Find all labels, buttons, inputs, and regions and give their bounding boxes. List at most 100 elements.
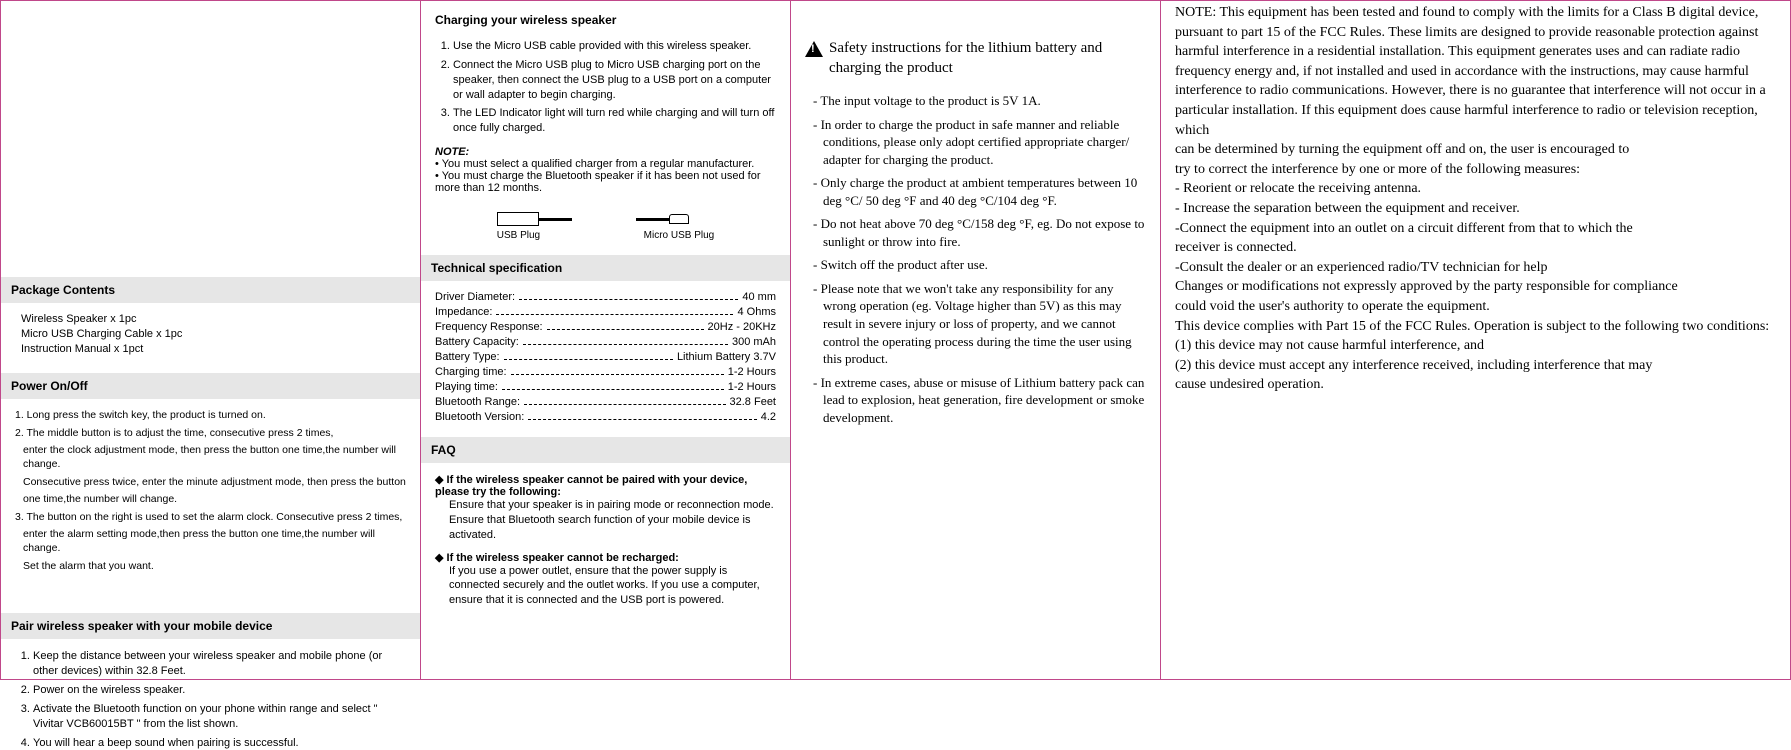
spec-val: Lithium Battery 3.7V — [677, 351, 776, 363]
note-item: You must charge the Bluetooth speaker if… — [435, 170, 776, 194]
package-item: Instruction Manual x 1pct — [21, 343, 406, 355]
spec-row: Driver Diameter: 40 mm — [435, 291, 776, 303]
spec-list: Driver Diameter: 40 mm Impedance: 4 Ohms F… — [435, 291, 776, 423]
safety-item: The input voltage to the product is 5V 1… — [823, 92, 1146, 110]
fcc-text: could void the user's authority to opera… — [1175, 297, 1776, 317]
spec-val: 4 Ohms — [737, 306, 776, 318]
faq-block: If the wireless speaker cannot be paired… — [435, 473, 776, 608]
spec-row: Impedance: 4 Ohms — [435, 306, 776, 318]
power-step: Set the alarm that you want. — [23, 560, 406, 574]
faq-question: If the wireless speaker cannot be rechar… — [435, 551, 776, 564]
note-header: NOTE: — [435, 146, 776, 158]
faq-header: FAQ — [421, 437, 790, 463]
power-step: 3. The button on the right is used to se… — [15, 511, 406, 525]
safety-item: In extreme cases, abuse or misuse of Lit… — [823, 374, 1146, 427]
warning-icon — [805, 41, 823, 57]
spec-val: 300 mAh — [732, 336, 776, 348]
spec-row: Bluetooth Range: 32.8 Feet — [435, 396, 776, 408]
power-step: 1. Long press the switch key, the produc… — [15, 409, 406, 423]
spec-row: Charging time: 1-2 Hours — [435, 366, 776, 378]
plug-diagram: USB Plug Micro USB Plug — [445, 212, 766, 241]
power-step: enter the clock adjustment mode, then pr… — [23, 444, 406, 471]
spec-key: Driver Diameter: — [435, 291, 515, 303]
spec-key: Impedance: — [435, 306, 492, 318]
charging-steps: Use the Micro USB cable provided with th… — [453, 39, 776, 136]
fcc-text: can be determined by turning the equipme… — [1175, 140, 1776, 160]
fcc-text: try to correct the interference by one o… — [1175, 160, 1776, 180]
fcc-text: - Reorient or relocate the receiving ant… — [1175, 179, 1776, 199]
pair-step: Keep the distance between your wireless … — [33, 649, 406, 679]
spec-val: 1-2 Hours — [728, 366, 776, 378]
spec-val: 40 mm — [742, 291, 776, 303]
spec-row: Playing time: 1-2 Hours — [435, 381, 776, 393]
safety-title: Safety instructions for the lithium batt… — [829, 39, 1146, 78]
note-items: You must select a qualified charger from… — [435, 158, 776, 194]
note-item: You must select a qualified charger from… — [435, 158, 776, 170]
micro-usb-label: Micro USB Plug — [644, 230, 715, 241]
usb-plug-label: USB Plug — [497, 230, 540, 241]
spec-val: 20Hz - 20KHz — [708, 321, 776, 333]
package-item: Micro USB Charging Cable x 1pc — [21, 328, 406, 340]
fcc-text: (1) this device may not cause harmful in… — [1175, 336, 1776, 356]
faq-question: If the wireless speaker cannot be paired… — [435, 473, 776, 498]
power-step: enter the alarm setting mode,then press … — [23, 528, 406, 555]
spec-val: 4.2 — [761, 411, 776, 423]
charging-header: Charging your wireless speaker — [435, 13, 776, 27]
spec-key: Battery Type: — [435, 351, 500, 363]
pair-step: Activate the Bluetooth function on your … — [33, 702, 406, 732]
power-step: 2. The middle button is to adjust the ti… — [15, 427, 406, 441]
fcc-text: (2) this device must accept any interfer… — [1175, 356, 1776, 376]
spec-key: Bluetooth Range: — [435, 396, 520, 408]
column-2: Charging your wireless speaker Use the M… — [421, 1, 791, 679]
fcc-text: - Increase the separation between the eq… — [1175, 199, 1776, 219]
micro-usb-plug-icon: Micro USB Plug — [644, 212, 715, 241]
safety-item: Switch off the product after use. — [823, 256, 1146, 274]
fcc-text: This device complies with Part 15 of the… — [1175, 317, 1776, 337]
faq-answer: If you use a power outlet, ensure that t… — [449, 564, 776, 609]
column-1: Package Contents Wireless Speaker x 1pc … — [1, 1, 421, 679]
spec-row: Bluetooth Version: 4.2 — [435, 411, 776, 423]
safety-heading: Safety instructions for the lithium batt… — [805, 39, 1146, 78]
safety-item: Only charge the product at ambient tempe… — [823, 174, 1146, 209]
package-contents-header: Package Contents — [1, 277, 420, 303]
spec-val: 32.8 Feet — [730, 396, 776, 408]
spec-val: 1-2 Hours — [728, 381, 776, 393]
spec-key: Playing time: — [435, 381, 498, 393]
fcc-text: receiver is connected. — [1175, 238, 1776, 258]
safety-item: Do not heat above 70 deg °C/158 deg °F, … — [823, 215, 1146, 250]
fcc-text: -Connect the equipment into an outlet on… — [1175, 219, 1776, 239]
fcc-text: -Consult the dealer or an experienced ra… — [1175, 258, 1776, 278]
spec-key: Frequency Response: — [435, 321, 543, 333]
fcc-text: NOTE: This equipment has been tested and… — [1175, 3, 1776, 140]
pair-steps: Keep the distance between your wireless … — [33, 649, 406, 750]
spec-key: Charging time: — [435, 366, 507, 378]
safety-list: The input voltage to the product is 5V 1… — [823, 92, 1146, 426]
safety-item: Please note that we won't take any respo… — [823, 280, 1146, 368]
spec-row: Battery Type: Lithium Battery 3.7V — [435, 351, 776, 363]
spec-row: Frequency Response: 20Hz - 20KHz — [435, 321, 776, 333]
spec-key: Bluetooth Version: — [435, 411, 524, 423]
power-step: Consecutive press twice, enter the minut… — [23, 476, 406, 490]
power-header: Power On/Off — [1, 373, 420, 399]
safety-item: In order to charge the product in safe m… — [823, 116, 1146, 169]
usb-plug-icon: USB Plug — [497, 212, 540, 241]
pair-step: You will hear a beep sound when pairing … — [33, 736, 406, 750]
fcc-text: cause undesired operation. — [1175, 375, 1776, 395]
manual-page: Package Contents Wireless Speaker x 1pc … — [0, 0, 1791, 680]
faq-answer: Ensure that your speaker is in pairing m… — [449, 498, 776, 513]
package-item: Wireless Speaker x 1pc — [21, 313, 406, 325]
column-4: NOTE: This equipment has been tested and… — [1161, 1, 1790, 679]
charging-step: The LED Indicator light will turn red wh… — [453, 106, 776, 136]
pair-step: Power on the wireless speaker. — [33, 683, 406, 698]
spec-key: Battery Capacity: — [435, 336, 519, 348]
tech-spec-header: Technical specification — [421, 255, 790, 281]
faq-answer: Ensure that Bluetooth search function of… — [449, 513, 776, 543]
fcc-text: Changes or modifications not expressly a… — [1175, 277, 1776, 297]
charging-step: Connect the Micro USB plug to Micro USB … — [453, 58, 776, 103]
column-3: Safety instructions for the lithium batt… — [791, 1, 1161, 679]
power-step: one time,the number will change. — [23, 493, 406, 507]
pair-header: Pair wireless speaker with your mobile d… — [1, 613, 420, 639]
power-steps: 1. Long press the switch key, the produc… — [15, 409, 406, 573]
charging-step: Use the Micro USB cable provided with th… — [453, 39, 776, 54]
spec-row: Battery Capacity: 300 mAh — [435, 336, 776, 348]
